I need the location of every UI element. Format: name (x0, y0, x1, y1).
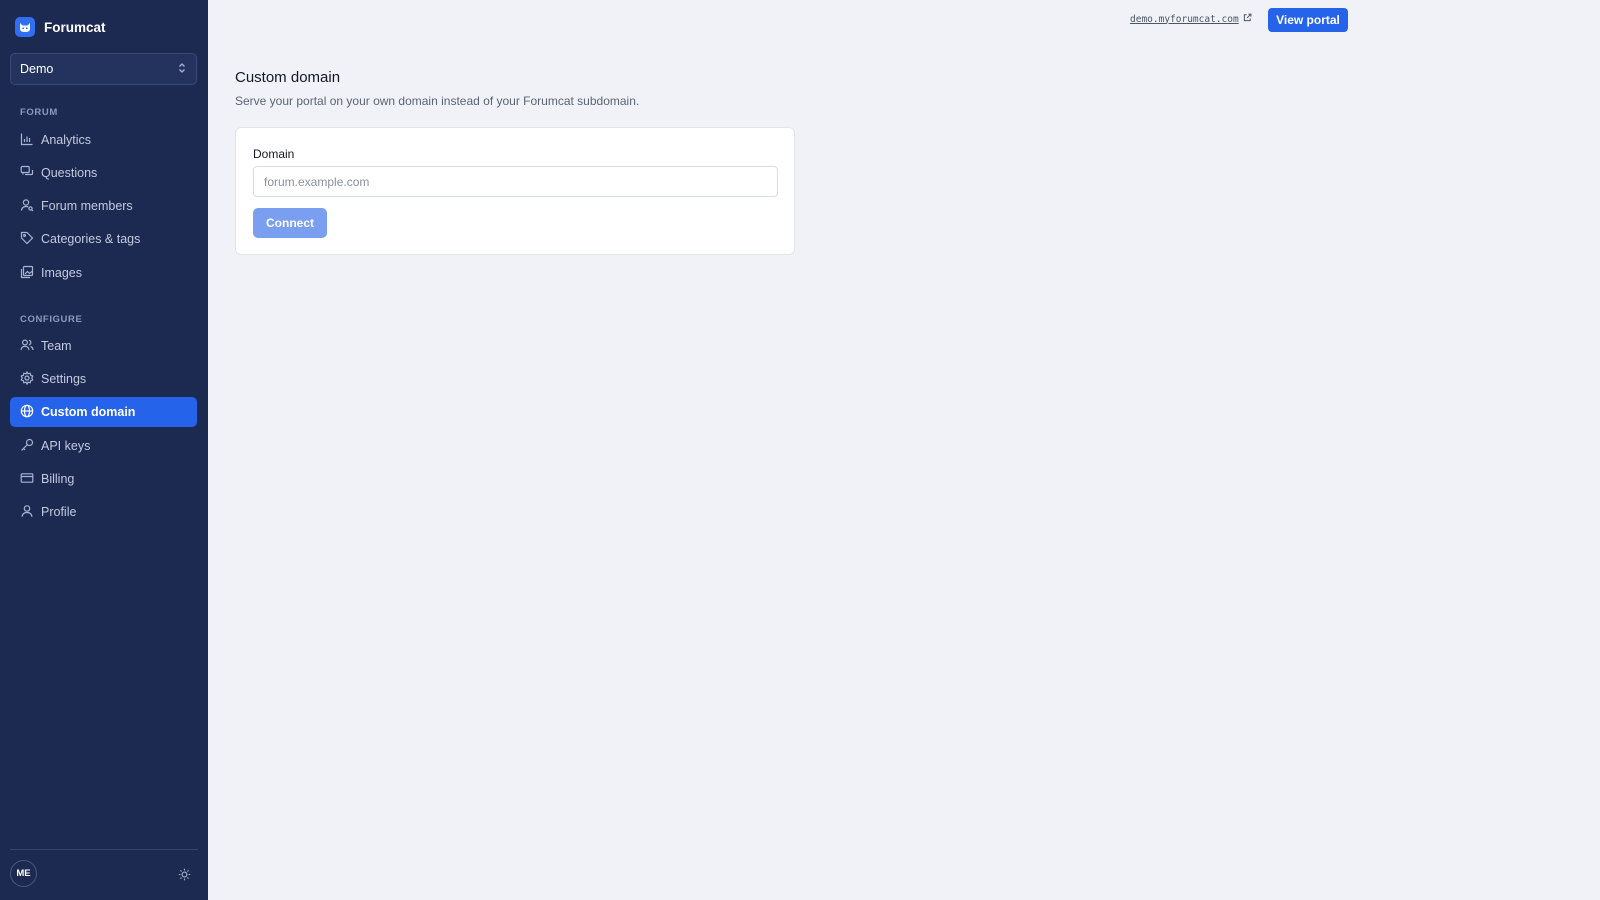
chat-bubbles-icon (20, 165, 34, 182)
sidebar-item-label: Analytics (41, 133, 92, 147)
globe-icon (20, 404, 34, 421)
domain-label: Domain (253, 147, 295, 161)
brand-name: Forumcat (44, 19, 106, 35)
sidebar-item-label: Billing (41, 472, 75, 486)
page-subtitle: Serve your portal on your own domain ins… (235, 94, 640, 108)
cat-icon (15, 17, 35, 37)
images-icon (20, 265, 34, 282)
credit-card-icon (20, 471, 34, 488)
brand[interactable]: Forumcat (15, 17, 106, 37)
user-icon (20, 504, 34, 521)
section-label-forum: FORUM (20, 107, 58, 118)
custom-domain-card: Domain Connect (235, 127, 795, 255)
sidebar-item-label: Questions (41, 166, 98, 180)
sidebar-item-profile[interactable]: Profile (10, 497, 197, 527)
sidebar-item-label: Categories & tags (41, 232, 141, 246)
avatar[interactable]: ME (10, 860, 37, 887)
sidebar-item-categories-tags[interactable]: Categories & tags (10, 224, 197, 254)
portal-url: demo.myforumcat.com (1130, 13, 1239, 25)
page-title: Custom domain (235, 69, 341, 86)
section-label-configure: CONFIGURE (20, 314, 83, 325)
sidebar-item-label: Images (41, 266, 82, 280)
sidebar-item-billing[interactable]: Billing (10, 464, 197, 494)
key-icon (20, 438, 34, 455)
sidebar-item-custom-domain[interactable]: Custom domain (10, 397, 197, 427)
sidebar-item-label: Custom domain (41, 405, 136, 419)
bar-chart-icon (20, 132, 34, 149)
sidebar-item-label: Profile (41, 505, 77, 519)
user-search-icon (20, 198, 34, 215)
portal-url-link[interactable]: demo.myforumcat.com (1130, 13, 1252, 25)
sidebar-item-questions[interactable]: Questions (10, 158, 197, 188)
sidebar-item-api-keys[interactable]: API keys (10, 431, 197, 461)
sidebar-item-forum-members[interactable]: Forum members (10, 191, 197, 221)
sidebar-item-label: Forum members (41, 199, 133, 213)
gear-icon (20, 370, 34, 388)
sidebar-item-analytics[interactable]: Analytics (10, 125, 197, 155)
sidebar-item-team[interactable]: Team (10, 331, 197, 361)
sidebar-divider (10, 849, 198, 850)
chevron-up-down-icon (177, 62, 187, 77)
sidebar-item-settings[interactable]: Settings (10, 364, 197, 394)
sidebar-item-label: Team (41, 339, 72, 353)
sidebar-item-images[interactable]: Images (10, 258, 197, 288)
sun-icon[interactable] (176, 866, 192, 882)
workspace-selector[interactable]: Demo (10, 53, 197, 85)
view-portal-button[interactable]: View portal (1268, 8, 1348, 32)
users-icon (20, 338, 34, 355)
sidebar-item-label: Settings (41, 372, 87, 386)
sidebar-item-label: API keys (41, 439, 91, 453)
domain-input[interactable] (253, 166, 778, 197)
connect-button[interactable]: Connect (253, 208, 327, 238)
sidebar: Forumcat Demo FORUM Analytics Questions … (0, 0, 208, 900)
workspace-selected: Demo (20, 62, 54, 76)
external-link-icon (1243, 13, 1252, 25)
tag-icon (20, 231, 34, 248)
